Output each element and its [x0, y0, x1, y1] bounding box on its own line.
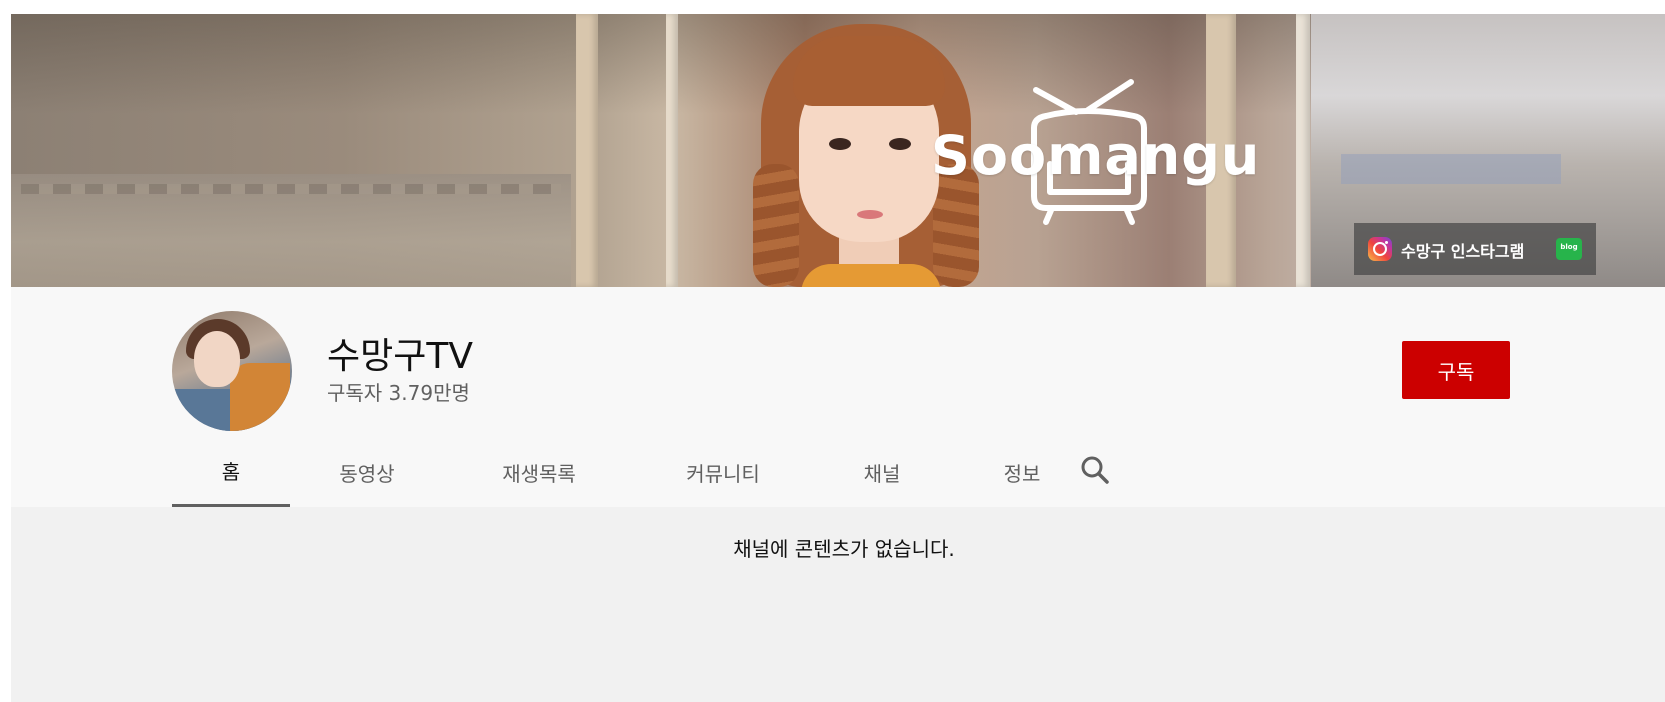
tab-playlists[interactable]: 재생목록 [444, 437, 634, 507]
portrait-bangs [793, 36, 945, 106]
channel-page: Soomangu 수망구 인스타그램 blog 수망구TV 구독자 3.79만명… [0, 0, 1665, 702]
banner-links: 수망구 인스타그램 blog [1354, 223, 1596, 275]
portrait-lips [857, 210, 883, 219]
channel-tabs: 홈 동영상 재생목록 커뮤니티 채널 정보 [172, 437, 1092, 507]
portrait-shirt [801, 264, 941, 287]
channel-banner: Soomangu 수망구 인스타그램 blog [11, 14, 1665, 287]
tab-videos[interactable]: 동영상 [290, 437, 444, 507]
portrait-braid-left [753, 164, 799, 287]
window-frame [666, 14, 678, 287]
instagram-link[interactable]: 수망구 인스타그램 [1401, 238, 1524, 262]
blog-icon[interactable]: blog [1556, 238, 1582, 260]
avatar[interactable] [172, 311, 292, 431]
banner-wall-pattern [21, 184, 561, 194]
instagram-icon[interactable] [1368, 237, 1392, 261]
channel-content: 채널에 콘텐츠가 없습니다. [11, 507, 1665, 702]
avatar-scarf [230, 363, 290, 431]
empty-content-message: 채널에 콘텐츠가 없습니다. [733, 537, 955, 561]
tab-community[interactable]: 커뮤니티 [634, 437, 812, 507]
banner-bench [1341, 154, 1561, 184]
channel-header: 수망구TV 구독자 3.79만명 구독 홈 동영상 재생목록 커뮤니티 채널 정… [11, 287, 1665, 507]
window-frame [576, 14, 598, 287]
portrait-eye-left [829, 138, 851, 150]
subscriber-count: 구독자 3.79만명 [327, 381, 470, 405]
channel-name: 수망구TV [327, 336, 473, 377]
tab-home[interactable]: 홈 [172, 437, 290, 507]
avatar-face [194, 331, 240, 387]
subscribe-button[interactable]: 구독 [1402, 341, 1510, 399]
window-frame [1296, 14, 1310, 287]
banner-logo-text: Soomangu [931, 124, 1261, 187]
search-icon[interactable] [1071, 447, 1121, 497]
portrait-eye-right [889, 138, 911, 150]
tab-channels[interactable]: 채널 [812, 437, 952, 507]
